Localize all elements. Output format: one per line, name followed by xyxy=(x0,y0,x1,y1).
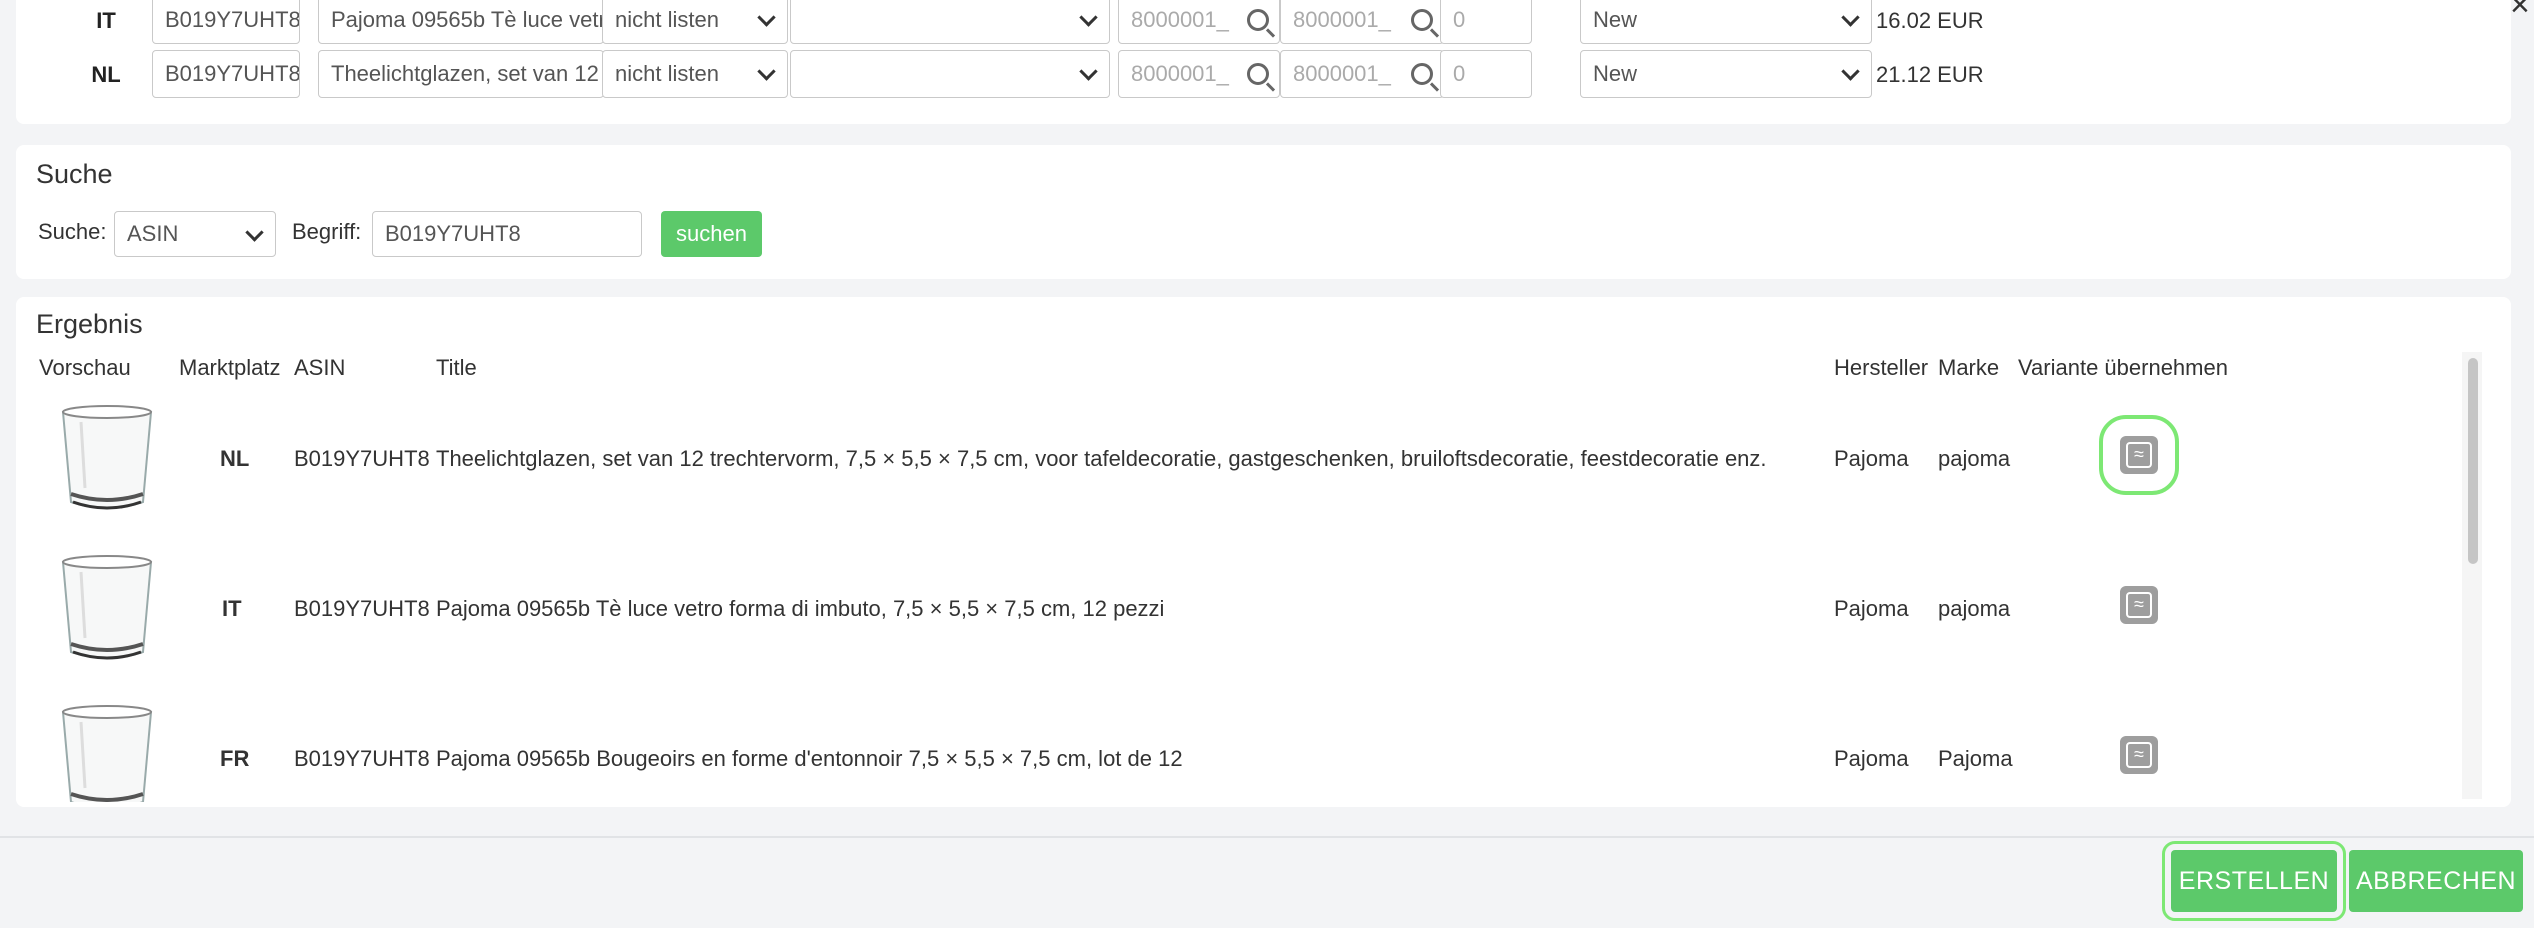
marketplace-code: NL xyxy=(91,62,121,87)
ean-field-2[interactable]: 8000001_ xyxy=(1280,0,1444,44)
price-value: 21.12 EUR xyxy=(1876,62,1984,87)
title-field[interactable]: Theelichtglazen, set van 12 xyxy=(318,50,604,98)
footer-divider xyxy=(0,836,2534,838)
magnifier-icon[interactable] xyxy=(1411,9,1433,31)
result-marketplace: NL xyxy=(220,446,250,471)
quantity-field[interactable]: 0 xyxy=(1440,50,1532,98)
apply-variant-button[interactable]: ≈ xyxy=(2120,586,2158,624)
create-button[interactable]: ERSTELLEN xyxy=(2162,841,2346,921)
result-title: Theelichtglazen, set van 12 trechtervorm… xyxy=(436,446,1767,471)
result-title: Pajoma 09565b Bougeoirs en forme d'enton… xyxy=(436,746,1183,771)
header-title: Title xyxy=(436,355,477,380)
search-type-select[interactable]: ASIN xyxy=(114,211,276,257)
header-variant: Variante übernehmen xyxy=(2018,355,2228,380)
search-term-label: Begriff: xyxy=(292,219,362,244)
result-manufacturer: Pajoma xyxy=(1834,746,1909,771)
title-field[interactable]: Pajoma 09565b Tè luce vetro xyxy=(318,0,604,44)
condition-select[interactable]: New xyxy=(1580,0,1872,44)
result-brand: pajoma xyxy=(1938,596,2011,621)
price-value: 16.02 EUR xyxy=(1876,8,1984,33)
marketplace-row-nl: NL B019Y7UHT8 Theelichtglazen, set van 1… xyxy=(16,50,2511,100)
result-manufacturer: Pajoma xyxy=(1834,446,1909,471)
result-title: Pajoma 09565b Tè luce vetro forma di imb… xyxy=(436,596,1165,621)
magnifier-icon[interactable] xyxy=(1247,9,1269,31)
close-icon[interactable]: × xyxy=(2510,0,2530,25)
marketplace-code: IT xyxy=(96,8,116,33)
search-button[interactable]: suchen xyxy=(661,211,762,257)
result-marketplace: FR xyxy=(220,746,250,771)
variant-sync-icon: ≈ xyxy=(2126,592,2152,618)
listing-select[interactable]: nicht listen xyxy=(602,0,788,44)
listing-select[interactable]: nicht listen xyxy=(602,50,788,98)
table-row[interactable]: IT B019Y7UHT8 Pajoma 09565b Tè luce vetr… xyxy=(16,540,2456,690)
search-panel: Suche Suche: ASIN Begriff: suchen xyxy=(16,145,2511,279)
glass-thumbnail xyxy=(61,405,153,510)
header-asin: ASIN xyxy=(294,355,346,380)
glass-thumbnail xyxy=(61,705,153,802)
category-select[interactable] xyxy=(790,0,1110,44)
quantity-field[interactable]: 0 xyxy=(1440,0,1532,44)
cancel-button[interactable]: ABBRECHEN xyxy=(2349,850,2523,912)
result-brand: pajoma xyxy=(1938,446,2011,471)
variant-sync-icon: ≈ xyxy=(2126,442,2152,468)
result-manufacturer: Pajoma xyxy=(1834,596,1909,621)
magnifier-icon[interactable] xyxy=(1411,63,1433,85)
result-marketplace: IT xyxy=(222,596,242,621)
result-asin: B019Y7UHT8 xyxy=(294,446,430,471)
scrollbar-thumb[interactable] xyxy=(2468,358,2478,564)
section-title-search: Suche xyxy=(36,159,113,189)
result-asin: B019Y7UHT8 xyxy=(294,596,430,621)
table-row[interactable]: NL B019Y7UHT8 Theelichtglazen, set van 1… xyxy=(16,390,2456,540)
asin-field[interactable]: B019Y7UHT8 xyxy=(152,0,300,44)
marketplace-panel: IT B019Y7UHT8 Pajoma 09565b Tè luce vetr… xyxy=(16,0,2511,124)
apply-variant-button[interactable]: ≈ xyxy=(2120,736,2158,774)
magnifier-icon[interactable] xyxy=(1247,63,1269,85)
ean-field-1[interactable]: 8000001_ xyxy=(1118,50,1280,98)
section-title-result: Ergebnis xyxy=(36,309,143,339)
asin-field[interactable]: B019Y7UHT8 xyxy=(152,50,300,98)
variant-sync-icon: ≈ xyxy=(2126,742,2152,768)
result-asin: B019Y7UHT8 xyxy=(294,746,430,771)
glass-thumbnail xyxy=(61,555,153,660)
condition-select[interactable]: New xyxy=(1580,50,1872,98)
search-type-label: Suche: xyxy=(38,219,107,244)
marketplace-row-it: IT B019Y7UHT8 Pajoma 09565b Tè luce vetr… xyxy=(16,0,2511,46)
header-marketplace: Marktplatz xyxy=(179,355,281,380)
category-select[interactable] xyxy=(790,50,1110,98)
header-manufacturer: Hersteller xyxy=(1834,355,1929,380)
ean-field-1[interactable]: 8000001_ xyxy=(1118,0,1280,44)
search-term-input[interactable] xyxy=(372,211,642,257)
table-row[interactable]: FR B019Y7UHT8 Pajoma 09565b Bougeoirs en… xyxy=(16,690,2456,802)
apply-variant-button[interactable]: ≈ xyxy=(2099,415,2179,495)
header-brand: Marke xyxy=(1938,355,2000,380)
result-brand: Pajoma xyxy=(1938,746,2013,771)
ean-field-2[interactable]: 8000001_ xyxy=(1280,50,1444,98)
header-preview: Vorschau xyxy=(39,355,131,380)
